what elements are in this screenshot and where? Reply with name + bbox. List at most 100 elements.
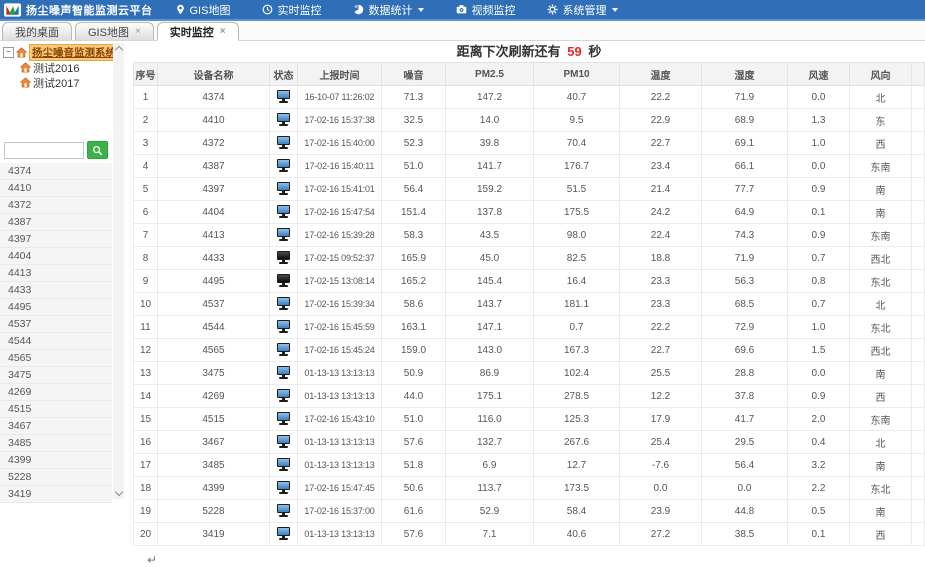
scroll-down-icon[interactable] bbox=[114, 488, 122, 496]
device-list-item[interactable]: 4413 bbox=[0, 265, 112, 282]
table-cell: 9.5 bbox=[534, 109, 620, 132]
column-header[interactable]: 湿度 bbox=[702, 63, 788, 86]
menu-item-system-management[interactable]: 系统管理 bbox=[531, 0, 634, 19]
table-cell: 176.7 bbox=[534, 155, 620, 178]
column-header[interactable]: 序号 bbox=[134, 63, 158, 86]
tab-gis-map[interactable]: GIS地图 × bbox=[75, 22, 154, 40]
table-row[interactable]: 16346701-13-13 13:13:1357.6132.7267.625.… bbox=[134, 431, 925, 454]
table-row[interactable]: 12456517-02-16 15:45:24159.0143.0167.322… bbox=[134, 339, 925, 362]
table-row[interactable]: 8443317-02-15 09:52:37165.945.082.518.87… bbox=[134, 247, 925, 270]
tab-realtime-monitor[interactable]: 实时监控 × bbox=[157, 22, 239, 41]
table-cell: 86.9 bbox=[446, 362, 534, 385]
menu-item-gis-map[interactable]: GIS地图 bbox=[159, 0, 247, 19]
menu-item-realtime-monitor[interactable]: 实时监控 bbox=[246, 0, 337, 19]
table-cell: 6 bbox=[134, 201, 158, 224]
table-cell: 17.9 bbox=[620, 408, 702, 431]
table-row[interactable]: 6440417-02-16 15:47:54151.4137.8175.524.… bbox=[134, 201, 925, 224]
close-icon[interactable]: × bbox=[135, 27, 141, 37]
tab-my-desktop[interactable]: 我的桌面 bbox=[2, 22, 72, 40]
table-cell: 0.9 bbox=[788, 224, 850, 247]
table-row[interactable]: 3437217-02-16 15:40:0052.339.870.422.769… bbox=[134, 132, 925, 155]
table-cell: 4495 bbox=[158, 270, 270, 293]
table-row[interactable]: 17348501-13-13 13:13:1351.86.912.7-7.656… bbox=[134, 454, 925, 477]
tab-label: 实时监控 bbox=[170, 24, 214, 40]
device-list-item[interactable]: 4397 bbox=[0, 231, 112, 248]
device-list-item[interactable]: 4495 bbox=[0, 299, 112, 316]
tree-node-label: 测试2016 bbox=[33, 60, 79, 76]
table-row[interactable]: 15451517-02-16 15:43:1051.0116.0125.317.… bbox=[134, 408, 925, 431]
table-cell: 17-02-16 15:47:45 bbox=[298, 477, 382, 500]
device-list-item[interactable]: 4537 bbox=[0, 316, 112, 333]
column-header[interactable]: 上报时间 bbox=[298, 63, 382, 86]
device-list-item[interactable]: 3419 bbox=[0, 486, 112, 503]
device-list-item[interactable]: 4410 bbox=[0, 180, 112, 197]
device-list-item[interactable]: 3475 bbox=[0, 367, 112, 384]
table-row[interactable]: 13347501-13-13 13:13:1350.986.9102.425.5… bbox=[134, 362, 925, 385]
table-cell: 40.6 bbox=[534, 523, 620, 546]
column-header[interactable]: 状态 bbox=[270, 63, 298, 86]
table-cell: 东北 bbox=[850, 477, 912, 500]
scroll-up-icon[interactable] bbox=[114, 46, 122, 54]
table-cell: 145.4 bbox=[446, 270, 534, 293]
search-button[interactable] bbox=[87, 141, 108, 159]
table-cell: 9 bbox=[134, 270, 158, 293]
table-cell: 165.2 bbox=[382, 270, 446, 293]
table-cell: 71.9 bbox=[702, 86, 788, 109]
device-list-item[interactable]: 4269 bbox=[0, 384, 112, 401]
menu-item-video-monitor[interactable]: 视频监控 bbox=[440, 0, 531, 19]
table-row[interactable]: 1437416-10-07 11:26:0271.3147.240.722.27… bbox=[134, 86, 925, 109]
device-list-item[interactable]: 4374 bbox=[0, 163, 112, 180]
table-row[interactable]: 10453717-02-16 15:39:3458.6143.7181.123.… bbox=[134, 293, 925, 316]
column-header[interactable]: PM10 bbox=[534, 63, 620, 86]
device-list-item[interactable]: 4404 bbox=[0, 248, 112, 265]
device-list-item[interactable]: 4387 bbox=[0, 214, 112, 231]
filler-cell bbox=[912, 270, 925, 293]
status-cell bbox=[270, 339, 298, 362]
table-row[interactable]: 19522817-02-16 15:37:0061.652.958.423.94… bbox=[134, 500, 925, 523]
column-header[interactable]: 风向 bbox=[850, 63, 912, 86]
device-list-item[interactable]: 4565 bbox=[0, 350, 112, 367]
table-cell: 12.2 bbox=[620, 385, 702, 408]
table-row[interactable]: 18439917-02-16 15:47:4550.6113.7173.50.0… bbox=[134, 477, 925, 500]
column-header[interactable]: 风速 bbox=[788, 63, 850, 86]
house-icon bbox=[20, 77, 31, 88]
table-row[interactable]: 5439717-02-16 15:41:0156.4159.251.521.47… bbox=[134, 178, 925, 201]
device-list-item[interactable]: 3485 bbox=[0, 435, 112, 452]
table-row[interactable]: 20341901-13-13 13:13:1357.67.140.627.238… bbox=[134, 523, 925, 546]
device-list-item[interactable]: 4515 bbox=[0, 401, 112, 418]
search-input[interactable] bbox=[4, 142, 84, 159]
table-row[interactable]: 14426901-13-13 13:13:1344.0175.1278.512.… bbox=[134, 385, 925, 408]
sidebar-scrollbar[interactable] bbox=[113, 43, 124, 499]
menu-item-data-statistics[interactable]: 数据统计 bbox=[337, 0, 440, 19]
table-cell: 69.6 bbox=[702, 339, 788, 362]
table-cell: 51.0 bbox=[382, 408, 446, 431]
tree-node-test2017[interactable]: 测试2017 bbox=[20, 75, 109, 90]
tree-node-root[interactable]: − 扬尘噪音监测系统 bbox=[3, 45, 109, 60]
close-icon[interactable]: × bbox=[220, 27, 226, 37]
column-header[interactable]: PM2.5 bbox=[446, 63, 534, 86]
column-header[interactable]: 温度 bbox=[620, 63, 702, 86]
tree-node-test2016[interactable]: 测试2016 bbox=[20, 60, 109, 75]
device-list-item[interactable]: 5228 bbox=[0, 469, 112, 486]
table-cell: 13 bbox=[134, 362, 158, 385]
table-row[interactable]: 2441017-02-16 15:37:3832.514.09.522.968.… bbox=[134, 109, 925, 132]
device-list-item[interactable]: 4544 bbox=[0, 333, 112, 350]
column-header[interactable]: 设备名称 bbox=[158, 63, 270, 86]
device-list-item[interactable]: 4433 bbox=[0, 282, 112, 299]
device-list-item[interactable]: 4372 bbox=[0, 197, 112, 214]
monitor-online-icon bbox=[276, 182, 291, 196]
tree-collapse-icon[interactable]: − bbox=[3, 47, 14, 58]
status-cell bbox=[270, 408, 298, 431]
filler-header bbox=[912, 63, 925, 86]
device-list-item[interactable]: 4399 bbox=[0, 452, 112, 469]
table-cell: 45.0 bbox=[446, 247, 534, 270]
table-cell: -7.6 bbox=[620, 454, 702, 477]
table-row[interactable]: 9449517-02-15 13:08:14165.2145.416.423.3… bbox=[134, 270, 925, 293]
column-header[interactable]: 噪音 bbox=[382, 63, 446, 86]
device-list-item[interactable]: 3467 bbox=[0, 418, 112, 435]
filler-cell bbox=[912, 362, 925, 385]
table-row[interactable]: 4438717-02-16 15:40:1151.0141.7176.723.4… bbox=[134, 155, 925, 178]
table-row[interactable]: 7441317-02-16 15:39:2858.343.598.022.474… bbox=[134, 224, 925, 247]
table-row[interactable]: 11454417-02-16 15:45:59163.1147.10.722.2… bbox=[134, 316, 925, 339]
table-cell: 17-02-16 15:37:38 bbox=[298, 109, 382, 132]
